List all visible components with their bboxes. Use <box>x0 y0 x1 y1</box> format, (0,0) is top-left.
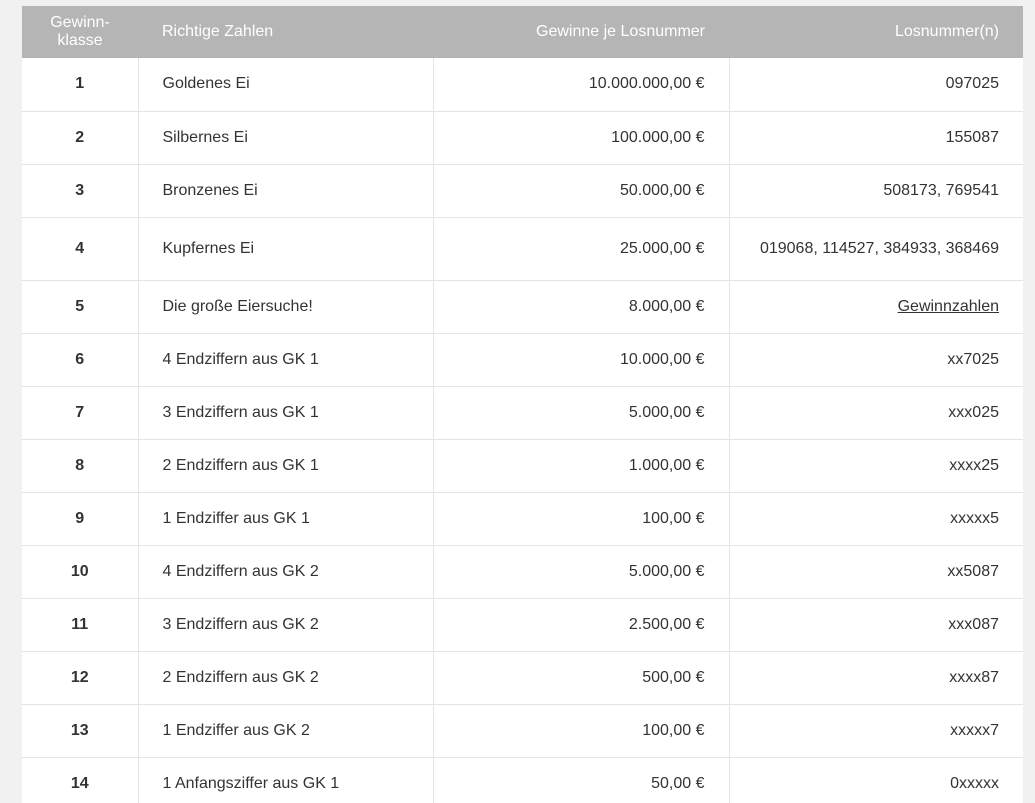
header-richtige-zahlen: Richtige Zahlen <box>138 6 433 58</box>
row-numbers: Silbernes Ei <box>138 111 434 165</box>
row-class: 10 <box>22 545 139 599</box>
row-tickets: xxxx25 <box>729 439 1023 493</box>
header-gewinnklasse-line1: Gewinn- <box>50 14 110 31</box>
table-row: 13 1 Endziffer aus GK 2 100,00 € xxxxx7 <box>22 704 1023 758</box>
table-row: 10 4 Endziffern aus GK 2 5.000,00 € xx50… <box>22 545 1023 599</box>
table-row: 14 1 Anfangsziffer aus GK 1 50,00 € 0xxx… <box>22 757 1023 803</box>
row-prize: 100.000,00 € <box>433 111 730 165</box>
table-row: 3 Bronzenes Ei 50.000,00 € 508173, 76954… <box>22 164 1023 218</box>
row-tickets: xxx025 <box>729 386 1023 440</box>
table-row: 7 3 Endziffern aus GK 1 5.000,00 € xxx02… <box>22 386 1023 440</box>
row-prize: 100,00 € <box>433 704 730 758</box>
table-row: 4 Kupfernes Ei 25.000,00 € 019068, 11452… <box>22 217 1023 281</box>
header-gewinnklasse-line2: klasse <box>57 32 103 49</box>
row-tickets-cell: Gewinnzahlen <box>729 280 1023 334</box>
row-prize: 1.000,00 € <box>433 439 730 493</box>
prize-table: Gewinn- klasse Richtige Zahlen Gewinne j… <box>22 6 1023 803</box>
row-numbers: 1 Endziffer aus GK 2 <box>138 704 434 758</box>
row-class: 8 <box>22 439 139 493</box>
row-numbers: 3 Endziffern aus GK 2 <box>138 598 434 652</box>
table-row: 1 Goldenes Ei 10.000.000,00 € 097025 <box>22 58 1023 112</box>
row-prize: 25.000,00 € <box>433 217 730 281</box>
table-row: 11 3 Endziffern aus GK 2 2.500,00 € xxx0… <box>22 598 1023 652</box>
row-numbers: 4 Endziffern aus GK 2 <box>138 545 434 599</box>
row-class: 14 <box>22 757 139 803</box>
row-class: 3 <box>22 164 139 218</box>
header-gewinne: Gewinne je Losnummer <box>433 6 729 58</box>
row-numbers: Bronzenes Ei <box>138 164 434 218</box>
row-tickets: 508173, 769541 <box>729 164 1023 218</box>
row-prize: 10.000,00 € <box>433 333 730 387</box>
row-tickets: 155087 <box>729 111 1023 165</box>
row-tickets: xxxx87 <box>729 651 1023 705</box>
row-tickets: xxxxx7 <box>729 704 1023 758</box>
row-numbers: Die große Eiersuche! <box>138 280 434 334</box>
row-prize: 5.000,00 € <box>433 545 730 599</box>
row-class: 5 <box>22 280 139 334</box>
row-numbers: 1 Anfangsziffer aus GK 1 <box>138 757 434 803</box>
row-prize: 50,00 € <box>433 757 730 803</box>
row-numbers: 3 Endziffern aus GK 1 <box>138 386 434 440</box>
header-losnummern: Losnummer(n) <box>729 6 1023 58</box>
row-prize: 2.500,00 € <box>433 598 730 652</box>
table-row: 2 Silbernes Ei 100.000,00 € 155087 <box>22 111 1023 165</box>
row-prize: 50.000,00 € <box>433 164 730 218</box>
row-class: 7 <box>22 386 139 440</box>
results-panel: Gewinn- klasse Richtige Zahlen Gewinne j… <box>22 6 1023 803</box>
row-class: 2 <box>22 111 139 165</box>
row-tickets: 0xxxxx <box>729 757 1023 803</box>
row-numbers: 2 Endziffern aus GK 2 <box>138 651 434 705</box>
row-numbers: 4 Endziffern aus GK 1 <box>138 333 434 387</box>
row-class: 13 <box>22 704 139 758</box>
row-tickets: xxxxx5 <box>729 492 1023 546</box>
table-row: 6 4 Endziffern aus GK 1 10.000,00 € xx70… <box>22 333 1023 387</box>
row-tickets: xx7025 <box>729 333 1023 387</box>
row-prize: 100,00 € <box>433 492 730 546</box>
row-numbers: 2 Endziffern aus GK 1 <box>138 439 434 493</box>
table-header-row: Gewinn- klasse Richtige Zahlen Gewinne j… <box>22 6 1023 58</box>
table-row: 9 1 Endziffer aus GK 1 100,00 € xxxxx5 <box>22 492 1023 546</box>
header-gewinnklasse: Gewinn- klasse <box>22 6 138 58</box>
table-row: 5 Die große Eiersuche! 8.000,00 € Gewinn… <box>22 280 1023 334</box>
row-class: 4 <box>22 217 139 281</box>
row-prize: 5.000,00 € <box>433 386 730 440</box>
row-tickets: xxx087 <box>729 598 1023 652</box>
row-prize: 8.000,00 € <box>433 280 730 334</box>
gewinnzahlen-link[interactable]: Gewinnzahlen <box>898 298 999 315</box>
table-row: 12 2 Endziffern aus GK 2 500,00 € xxxx87 <box>22 651 1023 705</box>
row-class: 1 <box>22 58 139 112</box>
row-numbers: Goldenes Ei <box>138 58 434 112</box>
row-class: 12 <box>22 651 139 705</box>
row-numbers: Kupfernes Ei <box>138 217 434 281</box>
table-row: 8 2 Endziffern aus GK 1 1.000,00 € xxxx2… <box>22 439 1023 493</box>
row-tickets: 097025 <box>729 58 1023 112</box>
row-prize: 10.000.000,00 € <box>433 58 730 112</box>
row-class: 6 <box>22 333 139 387</box>
scroll-gutter <box>1023 0 1035 803</box>
row-tickets: 019068, 114527, 384933, 368469 <box>729 217 1023 281</box>
row-numbers: 1 Endziffer aus GK 1 <box>138 492 434 546</box>
row-prize: 500,00 € <box>433 651 730 705</box>
row-tickets: xx5087 <box>729 545 1023 599</box>
row-class: 11 <box>22 598 139 652</box>
row-class: 9 <box>22 492 139 546</box>
